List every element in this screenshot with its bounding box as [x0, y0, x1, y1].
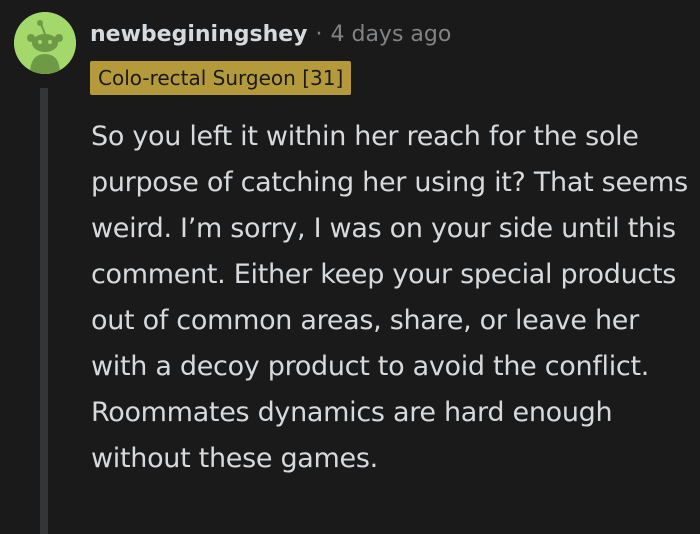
comment-body: So you left it within her reach for the … — [91, 121, 688, 474]
comment-header: newbeginingshey · 4 days ago — [90, 17, 451, 51]
username-link[interactable]: newbeginingshey — [90, 22, 308, 47]
separator-dot: · — [315, 21, 323, 47]
avatar[interactable] — [14, 12, 76, 74]
user-flair: Colo-rectal Surgeon [31] — [90, 61, 352, 95]
comment: newbeginingshey · 4 days ago Colo-rectal… — [0, 0, 700, 534]
thread-collapse-line[interactable] — [40, 88, 48, 534]
timestamp-link[interactable]: 4 days ago — [331, 22, 452, 47]
snoo-avatar-icon — [14, 12, 76, 74]
